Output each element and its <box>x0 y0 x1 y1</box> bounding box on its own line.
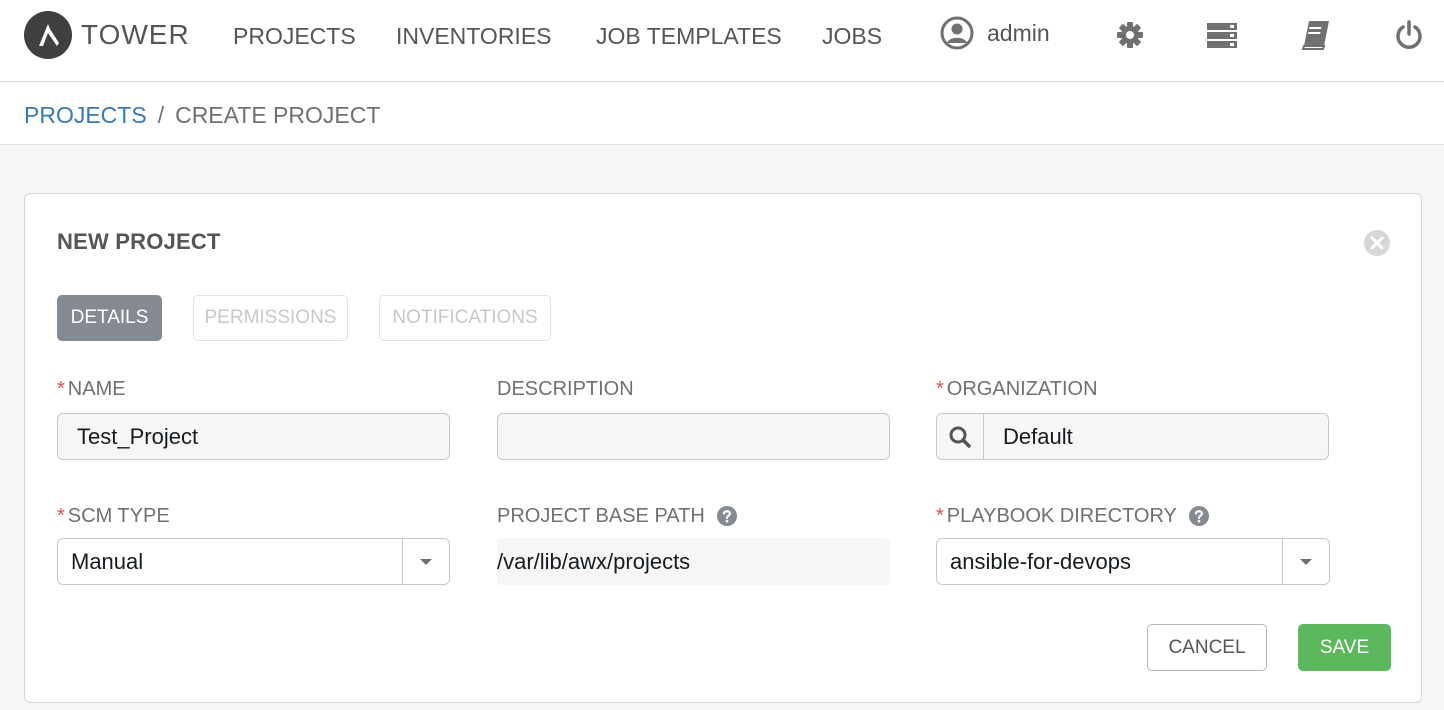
organization-lookup: Default <box>936 413 1329 460</box>
dropdown-arrow <box>1282 539 1329 584</box>
required-marker: * <box>57 378 65 400</box>
user-circle-icon <box>940 16 974 50</box>
scm-type-select[interactable]: Manual <box>57 538 450 585</box>
breadcrumb-bar: PROJECTS / CREATE PROJECT <box>0 83 1444 145</box>
nav-job-templates[interactable]: JOB TEMPLATES <box>596 22 782 50</box>
playbook-directory-value: ansible-for-devops <box>950 549 1131 574</box>
tab-notifications[interactable]: NOTIFICATIONS <box>379 295 551 341</box>
nav-projects[interactable]: PROJECTS <box>233 22 356 50</box>
breadcrumb: PROJECTS / CREATE PROJECT <box>24 101 380 129</box>
organization-label: * ORGANIZATION <box>936 378 1098 400</box>
breadcrumb-projects-link[interactable]: PROJECTS <box>24 102 147 128</box>
nav-inventories[interactable]: INVENTORIES <box>396 22 552 50</box>
description-input[interactable] <box>497 413 890 460</box>
breadcrumb-separator: / <box>157 102 165 128</box>
chevron-down-icon <box>1300 558 1312 565</box>
scm-type-value: Manual <box>71 549 144 574</box>
playbook-directory-select[interactable]: ansible-for-devops <box>936 538 1330 585</box>
panel-title: NEW PROJECT <box>57 229 221 254</box>
gear-icon[interactable] <box>1114 19 1146 51</box>
power-icon[interactable] <box>1393 19 1425 51</box>
tab-details[interactable]: DETAILS <box>57 295 162 341</box>
help-icon[interactable] <box>1188 506 1209 526</box>
search-icon <box>949 426 971 448</box>
project-base-path-value: /var/lib/awx/projects <box>497 538 890 585</box>
name-label: * NAME <box>57 378 126 400</box>
chevron-down-icon <box>420 558 432 565</box>
organization-input[interactable]: Default <box>984 414 1073 459</box>
required-marker: * <box>57 505 65 527</box>
new-project-panel: NEW PROJECT DETAILS PERMISSIONS NOTIFICA… <box>24 193 1422 703</box>
server-icon[interactable] <box>1206 19 1238 51</box>
organization-search-button[interactable] <box>937 414 984 459</box>
dropdown-arrow <box>402 539 449 584</box>
scm-type-label: * SCM TYPE <box>57 505 170 527</box>
nav-jobs[interactable]: JOBS <box>822 22 882 50</box>
description-label: DESCRIPTION <box>497 378 634 400</box>
ansible-logo-icon <box>24 11 72 59</box>
brand-name: TOWER <box>81 19 190 50</box>
save-button[interactable]: SAVE <box>1298 624 1391 671</box>
top-navbar: TOWER PROJECTS INVENTORIES JOB TEMPLATES… <box>0 0 1444 82</box>
tab-permissions[interactable]: PERMISSIONS <box>193 295 348 341</box>
base-path-label: PROJECT BASE PATH <box>497 504 737 528</box>
required-marker: * <box>936 505 944 527</box>
breadcrumb-current: CREATE PROJECT <box>175 102 381 128</box>
help-icon[interactable] <box>716 506 737 526</box>
required-marker: * <box>936 378 944 400</box>
username: admin <box>987 20 1050 46</box>
playbook-directory-label: * PLAYBOOK DIRECTORY <box>936 504 1209 528</box>
cancel-button[interactable]: CANCEL <box>1147 624 1267 671</box>
name-input[interactable]: Test_Project <box>57 413 450 460</box>
user-menu[interactable]: admin <box>940 16 1050 50</box>
close-icon[interactable] <box>1363 229 1391 257</box>
brand[interactable]: TOWER <box>24 11 190 59</box>
book-icon[interactable] <box>1300 19 1332 51</box>
